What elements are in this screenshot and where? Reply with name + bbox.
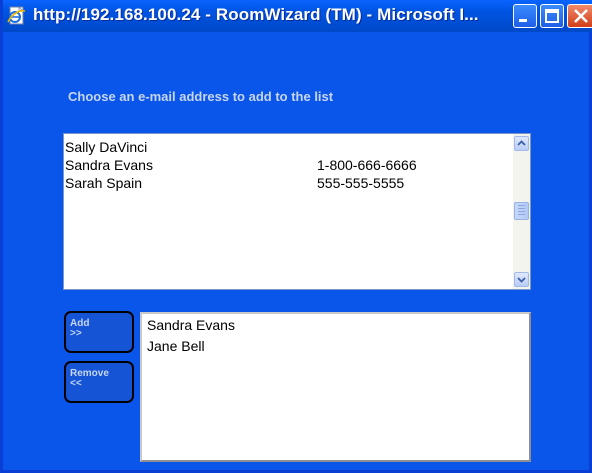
selected-recipients-listbox[interactable]: Sandra Evans Jane Bell <box>140 312 531 462</box>
ie-page-icon <box>7 6 26 25</box>
selected-item[interactable]: Sandra Evans <box>147 317 235 333</box>
selected-item[interactable]: Jane Bell <box>147 338 205 354</box>
title-bar: http://192.168.100.24 - RoomWizard (TM) … <box>3 0 592 32</box>
minimize-button[interactable] <box>513 4 537 28</box>
contact-name: Sally DaVinci <box>65 139 148 155</box>
contact-phone: 555-555-5555 <box>317 175 405 191</box>
contact-name: Sandra Evans <box>65 157 153 173</box>
scroll-up-button[interactable] <box>514 136 529 151</box>
maximize-icon <box>545 9 559 23</box>
maximize-button[interactable] <box>540 4 564 28</box>
contact-name: Sarah Spain <box>65 175 143 191</box>
remove-button[interactable]: Remove << <box>64 361 134 403</box>
scroll-thumb[interactable] <box>514 202 529 220</box>
instruction-heading: Choose an e-mail address to add to the l… <box>68 89 334 104</box>
close-button[interactable] <box>567 4 592 28</box>
contact-phone: 1-800-666-6666 <box>317 157 417 173</box>
chevron-up-icon <box>517 140 526 146</box>
add-button[interactable]: Add >> <box>64 311 134 353</box>
close-icon <box>574 9 588 23</box>
add-button-arrows: >> <box>70 328 82 339</box>
contacts-listbox[interactable]: Sally DaVinci Sandra Evans 1-800-666-666… <box>63 133 531 290</box>
remove-button-arrows: << <box>70 378 82 389</box>
minimize-icon <box>519 19 527 22</box>
scroll-down-button[interactable] <box>514 272 529 287</box>
window-title: http://192.168.100.24 - RoomWizard (TM) … <box>33 5 479 24</box>
chevron-down-icon <box>517 277 526 283</box>
browser-window: http://192.168.100.24 - RoomWizard (TM) … <box>0 0 592 473</box>
listbox-scrollbar[interactable] <box>513 134 530 289</box>
